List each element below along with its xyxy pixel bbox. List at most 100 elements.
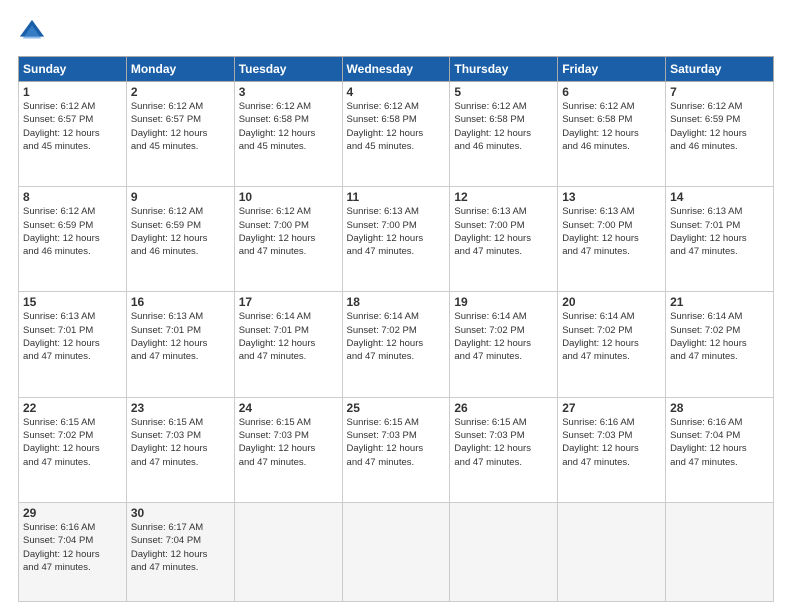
day-number: 22: [23, 401, 122, 415]
day-number: 18: [347, 295, 446, 309]
day-info: Sunrise: 6:15 AMSunset: 7:03 PMDaylight:…: [131, 416, 230, 469]
day-number: 29: [23, 506, 122, 520]
calendar-cell: 4Sunrise: 6:12 AMSunset: 6:58 PMDaylight…: [342, 82, 450, 187]
day-number: 10: [239, 190, 338, 204]
day-info: Sunrise: 6:13 AMSunset: 7:00 PMDaylight:…: [454, 205, 553, 258]
day-number: 2: [131, 85, 230, 99]
calendar-cell: [342, 502, 450, 601]
day-header-monday: Monday: [126, 57, 234, 82]
calendar-cell: 2Sunrise: 6:12 AMSunset: 6:57 PMDaylight…: [126, 82, 234, 187]
calendar-cell: 10Sunrise: 6:12 AMSunset: 7:00 PMDayligh…: [234, 187, 342, 292]
day-info: Sunrise: 6:12 AMSunset: 6:59 PMDaylight:…: [670, 100, 769, 153]
calendar-cell: 5Sunrise: 6:12 AMSunset: 6:58 PMDaylight…: [450, 82, 558, 187]
day-number: 4: [347, 85, 446, 99]
calendar-cell: [666, 502, 774, 601]
day-header-friday: Friday: [558, 57, 666, 82]
day-info: Sunrise: 6:17 AMSunset: 7:04 PMDaylight:…: [131, 521, 230, 574]
day-info: Sunrise: 6:12 AMSunset: 6:58 PMDaylight:…: [454, 100, 553, 153]
day-header-thursday: Thursday: [450, 57, 558, 82]
day-info: Sunrise: 6:14 AMSunset: 7:02 PMDaylight:…: [347, 310, 446, 363]
day-info: Sunrise: 6:15 AMSunset: 7:03 PMDaylight:…: [454, 416, 553, 469]
day-info: Sunrise: 6:13 AMSunset: 7:01 PMDaylight:…: [131, 310, 230, 363]
day-number: 7: [670, 85, 769, 99]
day-info: Sunrise: 6:12 AMSunset: 6:59 PMDaylight:…: [23, 205, 122, 258]
week-row-1: 8Sunrise: 6:12 AMSunset: 6:59 PMDaylight…: [19, 187, 774, 292]
calendar-cell: 13Sunrise: 6:13 AMSunset: 7:00 PMDayligh…: [558, 187, 666, 292]
calendar-cell: 14Sunrise: 6:13 AMSunset: 7:01 PMDayligh…: [666, 187, 774, 292]
day-info: Sunrise: 6:14 AMSunset: 7:02 PMDaylight:…: [562, 310, 661, 363]
day-number: 30: [131, 506, 230, 520]
day-number: 26: [454, 401, 553, 415]
day-header-wednesday: Wednesday: [342, 57, 450, 82]
day-info: Sunrise: 6:16 AMSunset: 7:04 PMDaylight:…: [670, 416, 769, 469]
day-info: Sunrise: 6:13 AMSunset: 7:00 PMDaylight:…: [562, 205, 661, 258]
calendar-cell: 25Sunrise: 6:15 AMSunset: 7:03 PMDayligh…: [342, 397, 450, 502]
day-info: Sunrise: 6:16 AMSunset: 7:04 PMDaylight:…: [23, 521, 122, 574]
day-number: 16: [131, 295, 230, 309]
day-info: Sunrise: 6:12 AMSunset: 6:58 PMDaylight:…: [239, 100, 338, 153]
day-number: 20: [562, 295, 661, 309]
day-info: Sunrise: 6:15 AMSunset: 7:03 PMDaylight:…: [239, 416, 338, 469]
calendar-table: SundayMondayTuesdayWednesdayThursdayFrid…: [18, 56, 774, 602]
week-row-0: 1Sunrise: 6:12 AMSunset: 6:57 PMDaylight…: [19, 82, 774, 187]
calendar-cell: 21Sunrise: 6:14 AMSunset: 7:02 PMDayligh…: [666, 292, 774, 397]
calendar-cell: [450, 502, 558, 601]
logo-icon: [18, 18, 46, 46]
calendar-cell: 26Sunrise: 6:15 AMSunset: 7:03 PMDayligh…: [450, 397, 558, 502]
day-number: 24: [239, 401, 338, 415]
day-number: 25: [347, 401, 446, 415]
day-header-saturday: Saturday: [666, 57, 774, 82]
calendar-cell: 23Sunrise: 6:15 AMSunset: 7:03 PMDayligh…: [126, 397, 234, 502]
day-info: Sunrise: 6:12 AMSunset: 6:57 PMDaylight:…: [23, 100, 122, 153]
day-info: Sunrise: 6:12 AMSunset: 7:00 PMDaylight:…: [239, 205, 338, 258]
calendar-cell: 24Sunrise: 6:15 AMSunset: 7:03 PMDayligh…: [234, 397, 342, 502]
calendar-cell: 16Sunrise: 6:13 AMSunset: 7:01 PMDayligh…: [126, 292, 234, 397]
header: [18, 18, 774, 46]
calendar-cell: 15Sunrise: 6:13 AMSunset: 7:01 PMDayligh…: [19, 292, 127, 397]
day-info: Sunrise: 6:12 AMSunset: 6:58 PMDaylight:…: [347, 100, 446, 153]
day-number: 14: [670, 190, 769, 204]
day-info: Sunrise: 6:14 AMSunset: 7:02 PMDaylight:…: [670, 310, 769, 363]
day-number: 27: [562, 401, 661, 415]
calendar-body: 1Sunrise: 6:12 AMSunset: 6:57 PMDaylight…: [19, 82, 774, 602]
day-number: 21: [670, 295, 769, 309]
calendar-cell: 18Sunrise: 6:14 AMSunset: 7:02 PMDayligh…: [342, 292, 450, 397]
day-number: 6: [562, 85, 661, 99]
day-number: 5: [454, 85, 553, 99]
day-number: 11: [347, 190, 446, 204]
day-number: 12: [454, 190, 553, 204]
calendar-header: SundayMondayTuesdayWednesdayThursdayFrid…: [19, 57, 774, 82]
week-row-4: 29Sunrise: 6:16 AMSunset: 7:04 PMDayligh…: [19, 502, 774, 601]
day-number: 9: [131, 190, 230, 204]
calendar-cell: 3Sunrise: 6:12 AMSunset: 6:58 PMDaylight…: [234, 82, 342, 187]
day-number: 15: [23, 295, 122, 309]
calendar-cell: 30Sunrise: 6:17 AMSunset: 7:04 PMDayligh…: [126, 502, 234, 601]
calendar-cell: 6Sunrise: 6:12 AMSunset: 6:58 PMDaylight…: [558, 82, 666, 187]
day-info: Sunrise: 6:13 AMSunset: 7:01 PMDaylight:…: [670, 205, 769, 258]
calendar-cell: [558, 502, 666, 601]
calendar-cell: [234, 502, 342, 601]
day-header-tuesday: Tuesday: [234, 57, 342, 82]
page: SundayMondayTuesdayWednesdayThursdayFrid…: [0, 0, 792, 612]
day-number: 28: [670, 401, 769, 415]
calendar-cell: 1Sunrise: 6:12 AMSunset: 6:57 PMDaylight…: [19, 82, 127, 187]
calendar-cell: 28Sunrise: 6:16 AMSunset: 7:04 PMDayligh…: [666, 397, 774, 502]
day-info: Sunrise: 6:15 AMSunset: 7:02 PMDaylight:…: [23, 416, 122, 469]
calendar-cell: 11Sunrise: 6:13 AMSunset: 7:00 PMDayligh…: [342, 187, 450, 292]
day-info: Sunrise: 6:13 AMSunset: 7:00 PMDaylight:…: [347, 205, 446, 258]
logo: [18, 18, 50, 46]
calendar-cell: 20Sunrise: 6:14 AMSunset: 7:02 PMDayligh…: [558, 292, 666, 397]
day-number: 19: [454, 295, 553, 309]
day-info: Sunrise: 6:13 AMSunset: 7:01 PMDaylight:…: [23, 310, 122, 363]
calendar-cell: 12Sunrise: 6:13 AMSunset: 7:00 PMDayligh…: [450, 187, 558, 292]
day-info: Sunrise: 6:16 AMSunset: 7:03 PMDaylight:…: [562, 416, 661, 469]
calendar-cell: 7Sunrise: 6:12 AMSunset: 6:59 PMDaylight…: [666, 82, 774, 187]
day-number: 3: [239, 85, 338, 99]
day-info: Sunrise: 6:15 AMSunset: 7:03 PMDaylight:…: [347, 416, 446, 469]
calendar-cell: 27Sunrise: 6:16 AMSunset: 7:03 PMDayligh…: [558, 397, 666, 502]
day-info: Sunrise: 6:12 AMSunset: 6:58 PMDaylight:…: [562, 100, 661, 153]
header-row: SundayMondayTuesdayWednesdayThursdayFrid…: [19, 57, 774, 82]
day-header-sunday: Sunday: [19, 57, 127, 82]
week-row-2: 15Sunrise: 6:13 AMSunset: 7:01 PMDayligh…: [19, 292, 774, 397]
day-number: 17: [239, 295, 338, 309]
